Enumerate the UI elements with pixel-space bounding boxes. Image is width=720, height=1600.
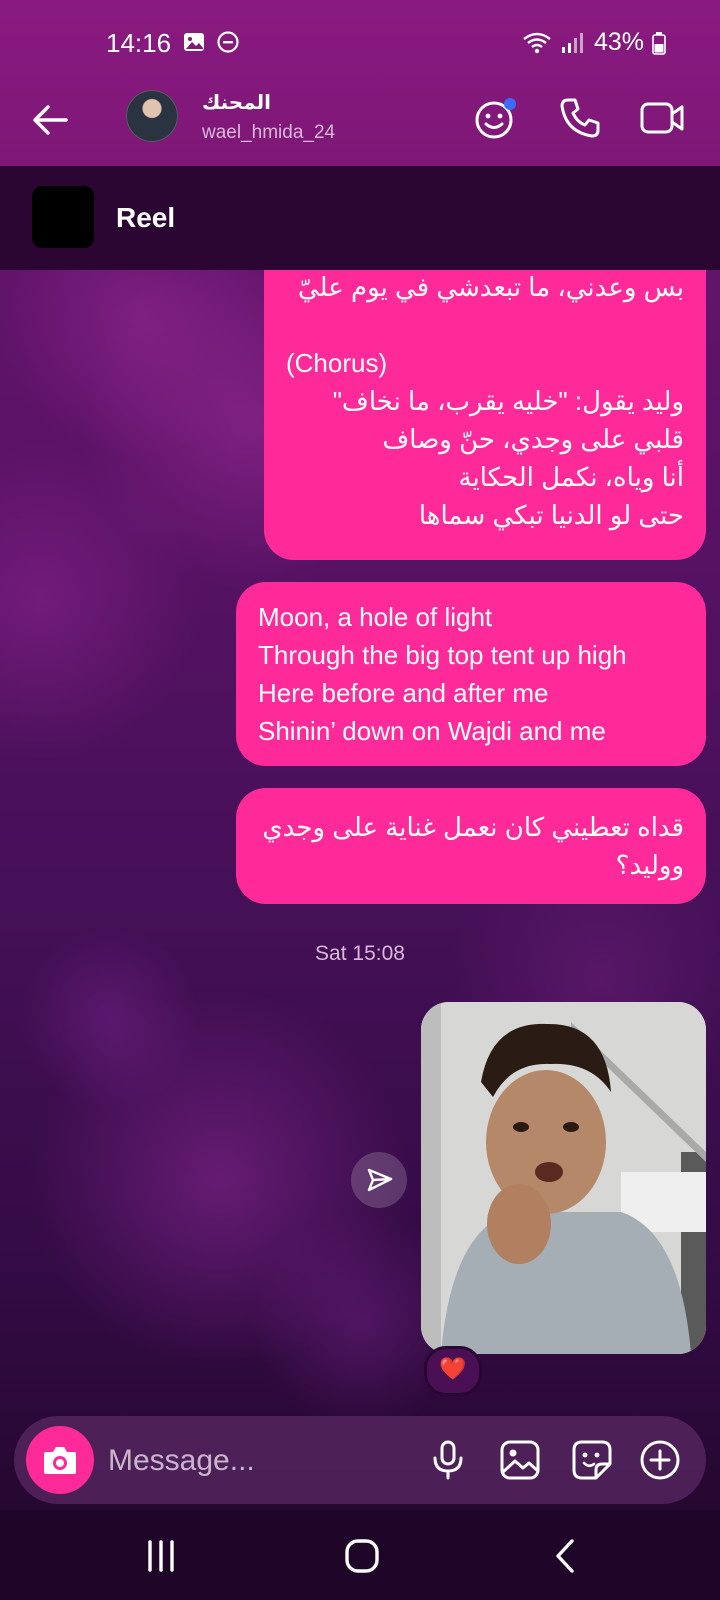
heart-reaction-icon: ❤️ [439,1356,467,1381]
dnd-icon [217,31,239,53]
photo-image [421,1002,706,1354]
signal-icon [561,32,583,53]
plus-icon[interactable] [638,1438,682,1482]
reel-thumbnail-overlay [32,186,94,248]
lyric-line: وليد يقول: "خليه يقرب، ما نخاف" [332,386,684,416]
mic-icon[interactable] [426,1438,470,1482]
chat-header: المحنك wael_hmida_24 [0,86,720,166]
back-arrow-icon[interactable] [28,98,72,142]
camera-button[interactable] [26,1426,94,1494]
send-icon [367,1168,393,1192]
status-time: 14:16 [106,28,172,58]
message-bubble-english-lyrics[interactable]: Moon, a hole of light Through the big to… [236,582,706,766]
phone-icon[interactable] [556,94,604,142]
gallery-icon[interactable] [498,1438,542,1482]
message-input[interactable] [106,1436,410,1486]
avatar[interactable] [126,90,178,142]
gallery-notification-icon [184,33,204,51]
contact-name[interactable]: المحنك [202,90,271,115]
system-nav-bar [0,1510,720,1600]
message-composer [14,1416,706,1504]
lyric-line: (Chorus) [286,348,388,378]
lyric-line: Moon, a hole of light [258,602,493,632]
reel-banner-overlay: Reel [0,166,720,270]
battery-icon [652,31,666,55]
camera-icon [44,1447,76,1474]
home-icon[interactable] [342,1536,382,1576]
lyric-line: Through the big top tent up high [258,640,627,670]
status-notification-icons [182,30,240,54]
video-icon[interactable] [638,94,686,142]
message-timestamp: Sat 15:08 [315,942,405,965]
battery-percent: 43% [593,28,644,56]
lyric-line: بس وعدني، ما تبعدشي في يوم عليّ [298,272,684,302]
message-line: ووليد؟ [615,850,684,880]
photo-message[interactable] [421,1002,706,1354]
message-bubble-arabic-lyrics[interactable]: بس وعدني، ما تبعدشي في يوم عليّ (Chorus)… [264,248,706,560]
sticker-icon[interactable] [570,1438,614,1482]
lyric-line: Shinin’ down on Wajdi and me [258,716,606,746]
status-right: 43% [522,28,666,57]
nav-back-icon[interactable] [546,1536,586,1576]
wifi-icon [523,32,551,53]
reaction-badge[interactable]: ❤️ [424,1346,482,1396]
reel-label-overlay: Reel [116,202,176,233]
message-bubble-question[interactable]: قداه تعطيني كان نعمل غناية على وجدي وولي… [236,788,706,904]
recents-icon[interactable] [141,1536,181,1576]
top-bar: 14:16 43% المحنك wael_hmida_24 [0,0,720,166]
theme-face-icon[interactable] [472,94,520,142]
status-bar: 14:16 43% [0,0,720,86]
lyric-line: Here before and after me [258,678,549,708]
lyric-line: حتى لو الدنيا تبكي سماها [418,500,684,530]
lyric-line: قلبي على وجدي، حنّ وصاف [382,424,684,454]
lyric-line: أنا وياه، نكمل الحكاية [458,462,684,492]
message-line: قداه تعطيني كان نعمل غناية على وجدي [262,812,684,842]
share-button[interactable] [351,1152,407,1208]
lyric-line [286,306,684,344]
contact-username[interactable]: wael_hmida_24 [202,122,335,144]
